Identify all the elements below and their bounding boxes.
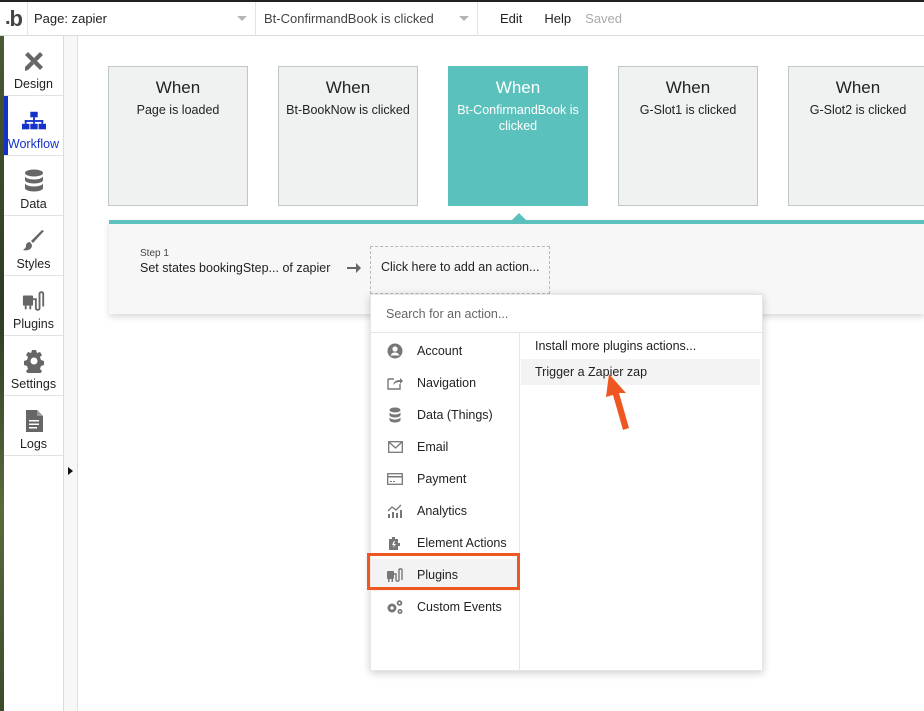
workflow-step[interactable]: Step 1 Set states bookingStep... of zapi…	[140, 248, 330, 275]
category-label: Custom Events	[417, 600, 502, 614]
category-payment[interactable]: Payment	[371, 463, 519, 495]
event-when: When	[835, 78, 881, 97]
action-picker-menu: Account Navigation Data (Things) Email P…	[370, 294, 763, 671]
account-icon	[386, 342, 404, 360]
category-email[interactable]: Email	[371, 431, 519, 463]
payment-icon	[386, 470, 404, 488]
action-search-input[interactable]	[371, 295, 762, 333]
category-label: Analytics	[417, 504, 468, 518]
database-icon	[386, 406, 404, 424]
category-analytics[interactable]: Analytics	[371, 495, 519, 527]
plugin-actions-list: Install more plugins actions... Trigger …	[521, 333, 762, 670]
nav-label: Logs	[19, 437, 48, 451]
event-card[interactable]: When G-Slot1 is clicked	[618, 66, 758, 206]
event-trigger: Bt-ConfirmandBook is clicked	[457, 103, 579, 133]
app-logo[interactable]: .b	[0, 1, 28, 36]
left-nav: Design Workflow Data Styles Plugins Sett…	[4, 36, 64, 711]
event-when: When	[495, 78, 541, 97]
event-card[interactable]: When Page is loaded	[108, 66, 248, 206]
arrow-right-icon	[347, 261, 361, 279]
category-custom-events[interactable]: Custom Events	[371, 591, 519, 623]
event-dropdown-value: Bt-ConfirmandBook is clicked	[264, 11, 434, 26]
brush-icon	[22, 229, 46, 253]
step-description: Set states bookingStep... of zapier	[140, 261, 331, 275]
category-navigation[interactable]: Navigation	[371, 367, 519, 399]
category-label: Element Actions	[417, 536, 507, 550]
element-actions-icon	[386, 534, 404, 552]
event-card-selected[interactable]: When Bt-ConfirmandBook is clicked	[448, 66, 588, 206]
nav-label: Plugins	[13, 317, 54, 331]
event-trigger: G-Slot2 is clicked	[809, 103, 907, 117]
database-icon	[22, 169, 46, 193]
chevron-down-icon	[459, 16, 469, 21]
top-bar: .b Page: zapier Bt-ConfirmandBook is cli…	[0, 0, 924, 36]
plug-icon	[22, 289, 46, 313]
page-dropdown-value: Page: zapier	[34, 11, 107, 26]
action-category-list: Account Navigation Data (Things) Email P…	[371, 333, 520, 670]
event-trigger: G-Slot1 is clicked	[639, 103, 737, 117]
event-trigger: Bt-BookNow is clicked	[286, 103, 410, 117]
category-label: Account	[417, 344, 463, 358]
nav-item-workflow[interactable]: Workflow	[4, 96, 63, 156]
analytics-icon	[386, 502, 404, 520]
save-status: Saved	[585, 11, 623, 26]
expand-arrow-icon[interactable]	[68, 467, 73, 475]
category-label: Data (Things)	[417, 408, 493, 422]
nav-item-settings[interactable]: Settings	[4, 336, 63, 396]
workflow-icon	[21, 109, 46, 133]
category-data-things[interactable]: Data (Things)	[371, 399, 519, 431]
menu-edit[interactable]: Edit	[496, 11, 526, 26]
nav-item-data[interactable]: Data	[4, 156, 63, 216]
custom-events-icon	[386, 598, 404, 616]
nav-item-design[interactable]: Design	[4, 36, 63, 96]
event-trigger: Page is loaded	[136, 103, 220, 117]
menu-help[interactable]: Help	[540, 11, 575, 26]
category-account[interactable]: Account	[371, 335, 519, 367]
logo-letter: b	[9, 5, 23, 31]
page-dropdown[interactable]: Page: zapier	[28, 1, 256, 36]
nav-label: Design	[14, 77, 53, 91]
event-card[interactable]: When G-Slot2 is clicked	[788, 66, 924, 206]
annotation-highlight-box	[367, 553, 520, 590]
nav-item-logs[interactable]: Logs	[4, 396, 63, 456]
chevron-down-icon	[237, 16, 247, 21]
email-icon	[386, 438, 404, 456]
nav-item-styles[interactable]: Styles	[4, 216, 63, 276]
event-card[interactable]: When Bt-BookNow is clicked	[278, 66, 418, 206]
event-dropdown[interactable]: Bt-ConfirmandBook is clicked	[256, 1, 478, 36]
add-action-button[interactable]: Click here to add an action...	[370, 246, 550, 294]
event-when: When	[155, 78, 201, 97]
navigation-icon	[386, 374, 404, 392]
category-label: Navigation	[417, 376, 477, 390]
nav-label: Settings	[10, 377, 57, 391]
nav-label: Styles	[16, 257, 51, 271]
document-icon	[22, 409, 46, 433]
nav-label: Workflow	[7, 137, 60, 151]
nav-item-plugins[interactable]: Plugins	[4, 276, 63, 336]
category-label: Email	[417, 440, 449, 454]
step-number: Step 1	[140, 248, 169, 259]
event-when: When	[665, 78, 711, 97]
category-label: Payment	[417, 472, 467, 486]
annotation-arrow-icon	[604, 374, 630, 435]
install-more-plugins-item[interactable]: Install more plugins actions...	[521, 333, 760, 359]
panel-collapse-rail[interactable]	[64, 36, 78, 711]
gear-icon	[22, 349, 46, 373]
design-icon	[22, 49, 46, 73]
trigger-zapier-zap-item[interactable]: Trigger a Zapier zap	[521, 359, 760, 385]
nav-label: Data	[20, 197, 47, 211]
event-when: When	[325, 78, 371, 97]
